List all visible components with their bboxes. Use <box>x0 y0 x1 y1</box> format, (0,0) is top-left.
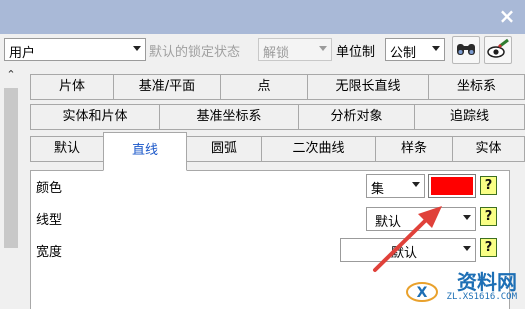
tab-row-1: 片体 基准/平面 点 无限长直线 坐标系 <box>30 74 525 100</box>
lock-select-value: 解锁 <box>263 46 290 61</box>
chevron-down-icon <box>133 46 141 51</box>
tab-datum-plane[interactable]: 基准/平面 <box>113 74 221 100</box>
chevron-down-icon <box>432 46 440 51</box>
watermark-logo-icon: X <box>406 282 438 302</box>
lock-select[interactable]: 解锁 <box>258 38 332 61</box>
chevron-down-icon <box>463 246 471 251</box>
eye-brush-icon <box>487 38 509 58</box>
tab-line[interactable]: 直线 <box>103 132 187 171</box>
chevron-down-icon <box>412 182 420 187</box>
user-select-value: 用户 <box>9 46 36 61</box>
color-select[interactable]: 集 <box>366 174 425 198</box>
tab-datum-csys[interactable]: 基准坐标系 <box>159 104 299 130</box>
color-label: 颜色 <box>36 181 63 196</box>
chevron-down-icon <box>463 215 471 220</box>
tab-conic[interactable]: 二次曲线 <box>261 136 376 162</box>
tab-infinite-line[interactable]: 无限长直线 <box>307 74 429 100</box>
tab-default[interactable]: 默认 <box>30 136 104 162</box>
close-icon[interactable]: × <box>495 4 519 28</box>
tab-analysis-object[interactable]: 分析对象 <box>298 104 415 130</box>
unit-label: 单位制 <box>336 45 376 60</box>
tab-row-3: 默认 直线 圆弧 二次曲线 样条 实体 <box>30 132 525 172</box>
width-label: 宽度 <box>36 245 63 260</box>
tab-solid[interactable]: 实体 <box>452 136 525 162</box>
chevron-down-icon <box>319 46 327 51</box>
tab-trace-line[interactable]: 追踪线 <box>414 104 525 130</box>
color-swatch-fill <box>431 177 473 195</box>
eye-brush-button[interactable] <box>484 36 512 64</box>
unit-select-value: 公制 <box>390 46 417 61</box>
color-swatch[interactable] <box>428 174 476 198</box>
linetype-label: 线型 <box>36 213 63 228</box>
watermark-title: 资料网 <box>457 270 517 294</box>
scroll-up-icon[interactable]: ⌃ <box>4 68 18 82</box>
tab-spline[interactable]: 样条 <box>375 136 453 162</box>
binoculars-icon <box>457 44 475 55</box>
tab-sheet[interactable]: 片体 <box>30 74 114 100</box>
tab-row-2: 实体和片体 基准坐标系 分析对象 追踪线 <box>30 104 525 130</box>
scroll-thumb[interactable] <box>4 88 18 248</box>
binoculars-button[interactable] <box>452 36 480 64</box>
lock-state-label: 默认的锁定状态 <box>149 45 241 60</box>
user-select[interactable]: 用户 <box>4 38 146 61</box>
title-bar <box>0 0 525 34</box>
color-select-value: 集 <box>371 182 385 197</box>
tab-point[interactable]: 点 <box>220 74 308 100</box>
watermark-url: ZL.XS1616.COM <box>446 292 517 302</box>
help-width-icon[interactable]: ? <box>480 238 497 257</box>
tab-coordinate-system[interactable]: 坐标系 <box>428 74 525 100</box>
annotation-arrow-icon <box>373 206 442 272</box>
help-linetype-icon[interactable]: ? <box>480 207 497 226</box>
tab-arc[interactable]: 圆弧 <box>186 136 262 162</box>
unit-select[interactable]: 公制 <box>385 38 445 61</box>
help-color-icon[interactable]: ? <box>480 176 497 195</box>
svg-text:X: X <box>417 285 428 301</box>
tab-solid-and-sheet[interactable]: 实体和片体 <box>30 104 160 130</box>
